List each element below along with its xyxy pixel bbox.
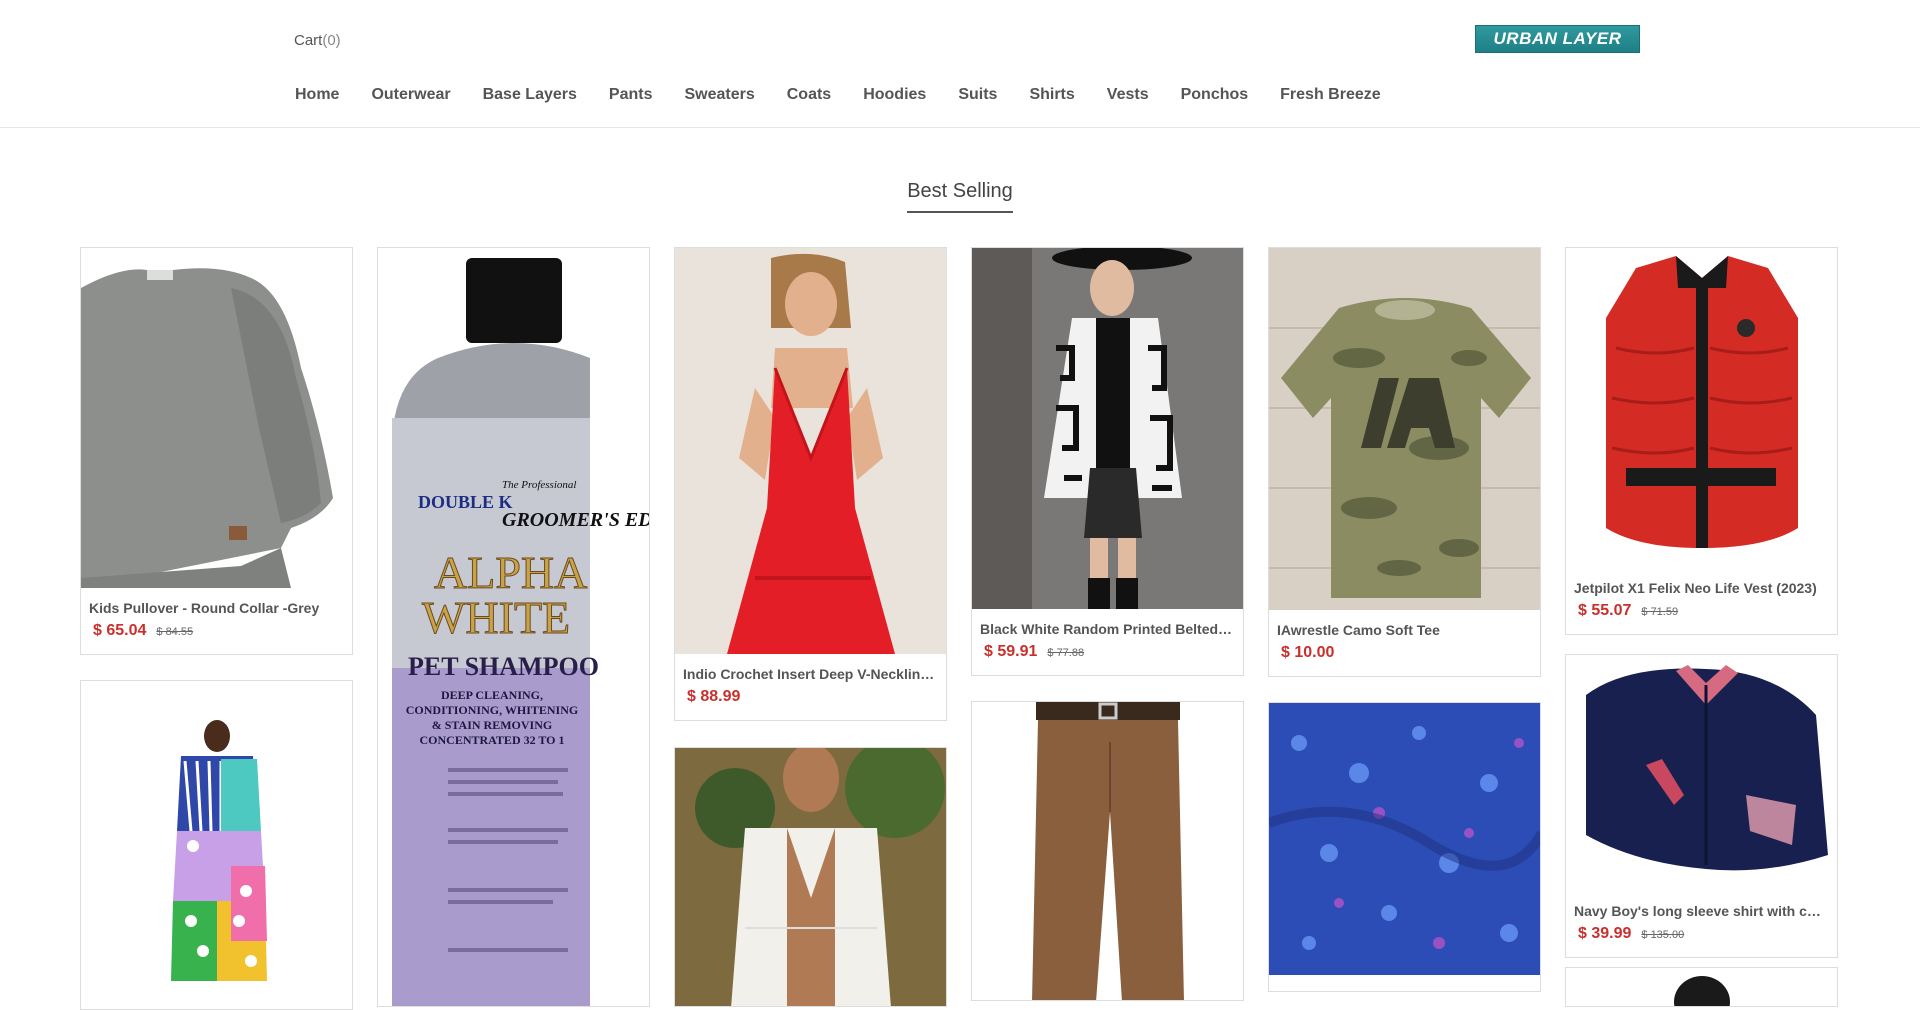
- product-card[interactable]: [1268, 702, 1541, 992]
- product-price: $ 88.99: [687, 688, 741, 705]
- product-old-price: $ 77.88: [1047, 647, 1085, 659]
- product-prices: $ 10.00: [1269, 638, 1540, 676]
- product-image-poncho[interactable]: [81, 681, 352, 1009]
- logo-text: URBAN LAYER: [1493, 29, 1622, 48]
- site-header: Cart(0) URBAN LAYER Home Outerwear Base …: [0, 0, 1920, 128]
- nav-home[interactable]: Home: [279, 84, 355, 106]
- cart-count: (0): [322, 32, 341, 49]
- product-image-printed-coat[interactable]: [972, 248, 1243, 609]
- nav-sweaters[interactable]: Sweaters: [668, 84, 770, 106]
- main-nav: Home Outerwear Base Layers Pants Sweater…: [279, 84, 1397, 106]
- nav-hoodies[interactable]: Hoodies: [847, 84, 942, 106]
- product-prices: $ 65.04 $ 84.55: [81, 616, 352, 654]
- shampoo-line1: The Professional: [502, 479, 576, 491]
- product-price: $ 39.99: [1578, 925, 1632, 942]
- product-image-grey-sweater[interactable]: [81, 248, 352, 588]
- nav-ponchos[interactable]: Ponchos: [1165, 84, 1265, 106]
- product-price: $ 10.00: [1281, 644, 1335, 661]
- product-image-camo-tee[interactable]: [1269, 248, 1540, 610]
- nav-vests[interactable]: Vests: [1091, 84, 1165, 106]
- product-image-red-vest[interactable]: [1566, 248, 1837, 568]
- product-prices: $ 88.99: [675, 682, 946, 720]
- nav-coats[interactable]: Coats: [771, 84, 847, 106]
- section-title: Best Selling: [0, 180, 1920, 213]
- product-image-floral-fabric[interactable]: [1269, 703, 1540, 975]
- product-prices: $ 59.91 $ 77.88: [972, 637, 1243, 675]
- product-card[interactable]: DOUBLE K The Professional GROOMER'S EDGE…: [377, 247, 650, 1007]
- nav-shirts[interactable]: Shirts: [1013, 84, 1090, 106]
- product-name[interactable]: Navy Boy's long sleeve shirt with contra…: [1566, 903, 1837, 919]
- product-old-price: $ 71.59: [1641, 606, 1679, 618]
- product-old-price: $ 84.55: [156, 626, 194, 638]
- cart-link[interactable]: Cart(0): [294, 32, 341, 49]
- product-price: $ 59.91: [984, 643, 1038, 660]
- shampoo-title2: WHITE: [422, 592, 570, 643]
- cart-label: Cart: [294, 32, 323, 49]
- product-price: $ 55.07: [1578, 602, 1632, 619]
- shampoo-brand: DOUBLE K: [418, 492, 513, 512]
- product-card[interactable]: Navy Boy's long sleeve shirt with contra…: [1565, 654, 1838, 958]
- product-image-red-dress[interactable]: [675, 248, 946, 654]
- product-name[interactable]: Jetpilot X1 Felix Neo Life Vest (2023): [1566, 580, 1837, 596]
- shampoo-product: PET SHAMPOO: [408, 652, 599, 681]
- nav-pants[interactable]: Pants: [593, 84, 669, 106]
- nav-fresh-breeze[interactable]: Fresh Breeze: [1264, 84, 1397, 106]
- product-card[interactable]: [80, 680, 353, 1010]
- product-card[interactable]: Black White Random Printed Belted Coat $…: [971, 247, 1244, 676]
- product-image-brown-pants[interactable]: [972, 702, 1243, 1000]
- shampoo-title1: ALPHA: [434, 547, 587, 598]
- product-name[interactable]: Kids Pullover - Round Collar -Grey: [81, 600, 352, 616]
- shampoo-desc: DEEP CLEANING, CONDITIONING, WHITENING &…: [405, 688, 579, 747]
- product-card[interactable]: Indio Crochet Insert Deep V-Neckline Min…: [674, 247, 947, 721]
- store-logo[interactable]: URBAN LAYER: [1475, 25, 1640, 53]
- nav-base-layers[interactable]: Base Layers: [467, 84, 593, 106]
- nav-outerwear[interactable]: Outerwear: [355, 84, 466, 106]
- product-prices: $ 39.99 $ 135.00: [1566, 919, 1837, 957]
- product-name[interactable]: Black White Random Printed Belted Coat: [972, 621, 1243, 637]
- product-name[interactable]: IAwrestle Camo Soft Tee: [1269, 622, 1540, 638]
- product-price: $ 65.04: [93, 622, 147, 639]
- product-card[interactable]: IAwrestle Camo Soft Tee $ 10.00: [1268, 247, 1541, 677]
- product-card[interactable]: Jetpilot X1 Felix Neo Life Vest (2023) $…: [1565, 247, 1838, 635]
- product-prices: $ 55.07 $ 71.59: [1566, 596, 1837, 634]
- product-image-navy-shirt[interactable]: [1566, 655, 1837, 891]
- product-grid: Kids Pullover - Round Collar -Grey $ 65.…: [80, 247, 1841, 1010]
- nav-suits[interactable]: Suits: [942, 84, 1013, 106]
- product-image-partial[interactable]: [1566, 968, 1837, 1006]
- product-card[interactable]: [971, 701, 1244, 1001]
- product-card[interactable]: [674, 747, 947, 1007]
- product-name[interactable]: Indio Crochet Insert Deep V-Neckline Min…: [675, 666, 946, 682]
- product-old-price: $ 135.00: [1641, 929, 1685, 941]
- shampoo-line2: GROOMER'S EDGE: [502, 509, 649, 531]
- product-image-white-shirt[interactable]: [675, 748, 946, 1006]
- product-card[interactable]: [1565, 967, 1838, 1007]
- product-image-shampoo[interactable]: DOUBLE K The Professional GROOMER'S EDGE…: [378, 248, 649, 1006]
- product-card[interactable]: Kids Pullover - Round Collar -Grey $ 65.…: [80, 247, 353, 655]
